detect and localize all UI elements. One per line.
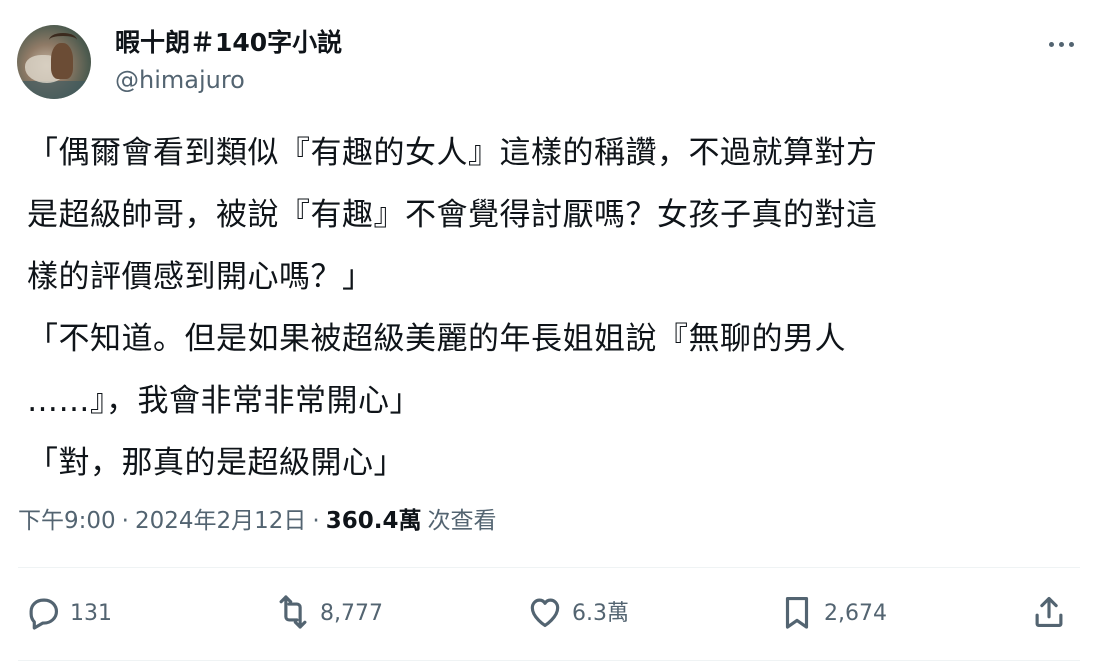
- bookmark-button[interactable]: 2,674: [778, 592, 887, 636]
- more-icon-dot: [1048, 41, 1054, 47]
- retweet-count: 8,777: [320, 601, 383, 626]
- like-count: 6.3萬: [572, 601, 629, 626]
- retweet-icon: [274, 593, 312, 635]
- more-icon-dot: [1058, 41, 1064, 47]
- bookmark-count: 2,674: [824, 601, 887, 626]
- tweet-text-line: 「對，那真的是超級開心」: [27, 445, 405, 481]
- tweet-text-line: ……』，我會非常非常開心」: [27, 383, 421, 419]
- tweet-text-line: 「不知道。但是如果被超級美麗的年長姐姐說『無聊的男人: [27, 321, 846, 357]
- tweet-time[interactable]: 下午9:00: [18, 504, 116, 538]
- reply-icon: [24, 593, 62, 635]
- reply-count: 131: [70, 601, 112, 626]
- meta-separator: ·: [312, 508, 320, 534]
- tweet-text-line: 是超級帥哥，被說『有趣』不會覺得討厭嗎？女孩子真的對這: [27, 197, 878, 233]
- tweet-meta: 下午9:00 · 2024年2月12日 · 360.4萬 次查看: [18, 504, 496, 538]
- meta-separator: ·: [121, 508, 129, 534]
- retweet-button[interactable]: 8,777: [274, 592, 383, 636]
- tweet-text-line: 樣的評價感到開心嗎？」: [27, 259, 374, 295]
- tweet-text: 「偶爾會看到類似『有趣的女人』這樣的稱讚，不過就算對方 是超級帥哥，被說『有趣』…: [27, 122, 1087, 494]
- like-button[interactable]: 6.3萬: [526, 592, 629, 636]
- author-name-row[interactable]: 暇十朗＃140字小説: [115, 28, 342, 58]
- share-button[interactable]: [1030, 592, 1068, 636]
- avatar-image-deer: [51, 43, 73, 79]
- share-icon: [1030, 593, 1068, 635]
- bookmark-icon: [778, 593, 816, 635]
- divider: [18, 567, 1080, 568]
- author-handle[interactable]: @himajuro: [115, 66, 245, 94]
- avatar-image-antler: [49, 33, 77, 47]
- reply-button[interactable]: 131: [24, 592, 112, 636]
- author-display-name[interactable]: 暇十朗＃140字小説: [115, 28, 342, 58]
- tweet-text-line: 「偶爾會看到類似『有趣的女人』這樣的稱讚，不過就算對方: [27, 135, 878, 171]
- more-options-button[interactable]: [1040, 30, 1082, 58]
- avatar[interactable]: [17, 25, 91, 99]
- views-count[interactable]: 360.4萬: [326, 504, 422, 538]
- heart-icon: [526, 593, 564, 635]
- views-label: 次查看: [427, 508, 497, 534]
- tweet-date[interactable]: 2024年2月12日: [135, 504, 306, 538]
- divider: [18, 660, 1080, 661]
- avatar-image-water: [17, 81, 91, 99]
- tweet-detail: 暇十朗＃140字小説 @himajuro 「偶爾會看到類似『有趣的女人』這樣的稱…: [0, 0, 1108, 669]
- more-icon-dot: [1068, 41, 1074, 47]
